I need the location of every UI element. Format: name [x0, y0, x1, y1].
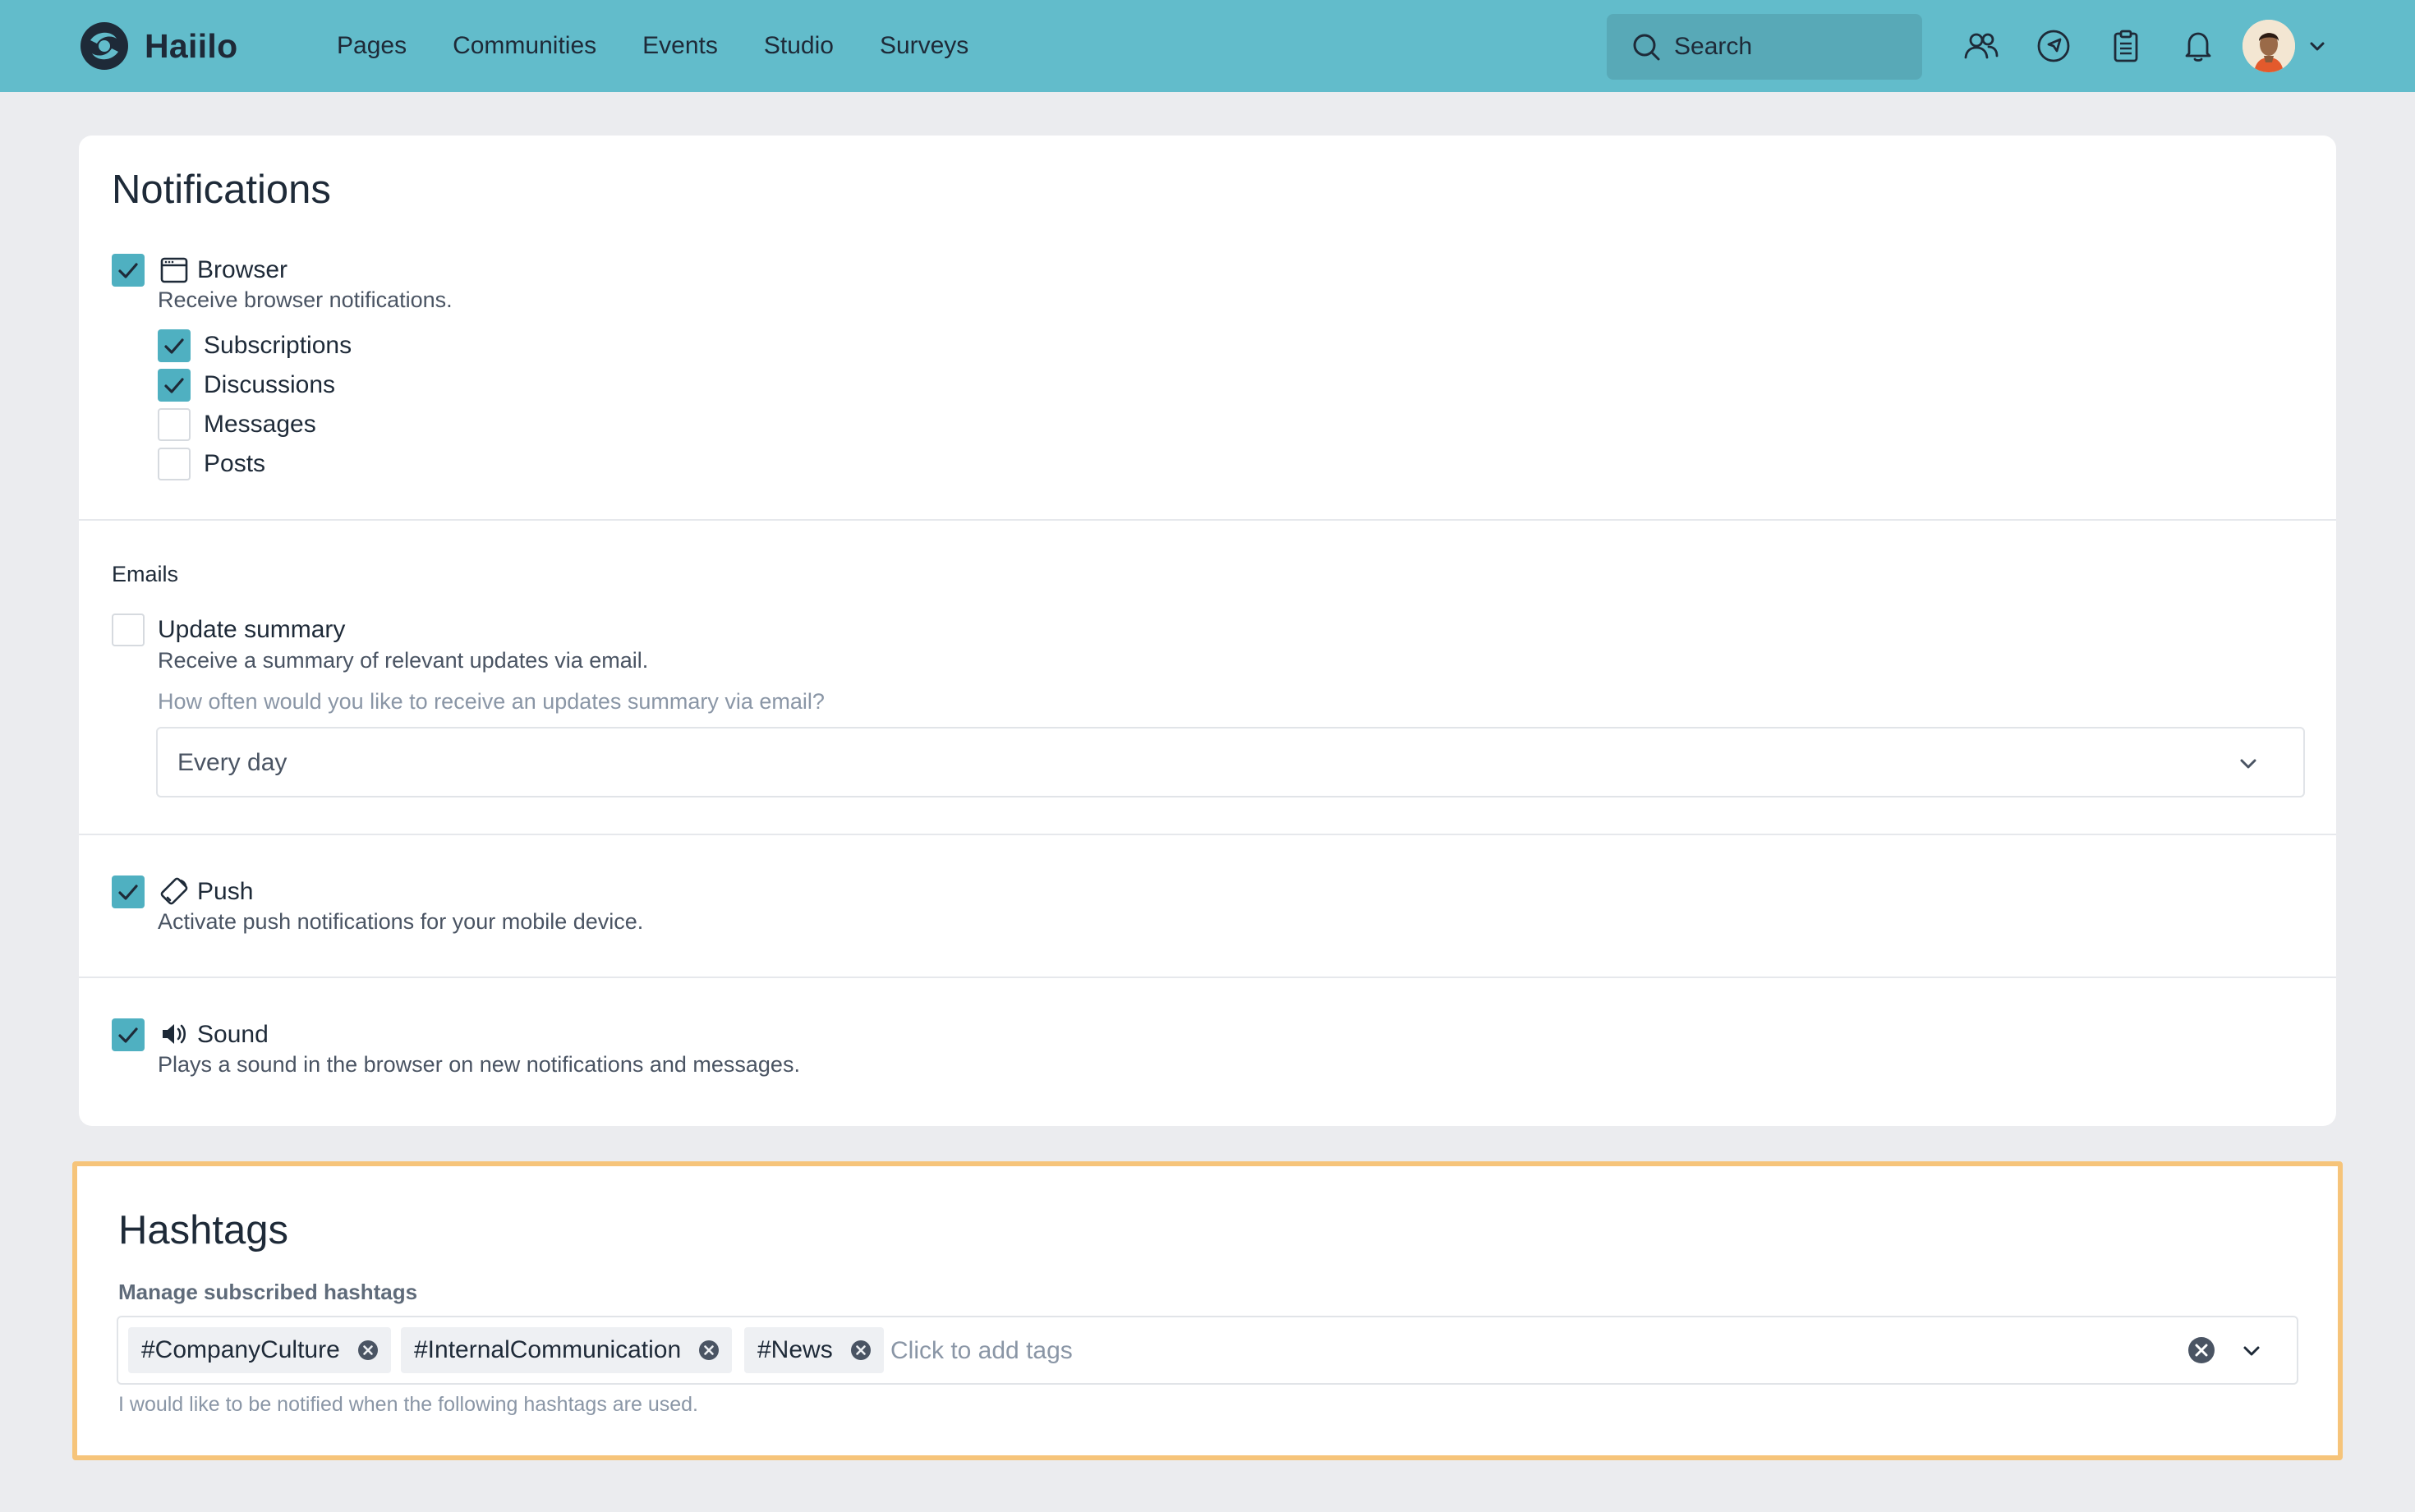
- sound-description: Plays a sound in the browser on new noti…: [158, 1052, 800, 1077]
- messages-checkbox[interactable]: [158, 408, 191, 441]
- chevron-down-icon: [2240, 759, 2256, 769]
- hashtag-chip-label: #CompanyCulture: [141, 1336, 340, 1363]
- remove-tag-icon[interactable]: [697, 1339, 720, 1362]
- browser-window-icon: [159, 255, 189, 285]
- sound-label: Sound: [197, 1021, 269, 1048]
- notifications-card: Notifications Browser Receive browser no…: [79, 136, 2336, 1126]
- remove-tag-icon[interactable]: [356, 1339, 380, 1362]
- discussions-label: Discussions: [204, 371, 336, 398]
- frequency-question: How often would you like to receive an u…: [158, 689, 825, 714]
- clear-all-icon[interactable]: [2187, 1335, 2216, 1365]
- section-divider: [79, 519, 2336, 521]
- update-summary-label: Update summary: [158, 616, 346, 643]
- user-avatar-icon: [2242, 20, 2295, 72]
- hashtags-field-label: Manage subscribed hashtags: [118, 1280, 418, 1304]
- search-icon: [1633, 34, 1660, 61]
- browser-label: Browser: [197, 256, 288, 283]
- update-summary-description: Receive a summary of relevant updates vi…: [158, 648, 649, 673]
- nav-item-communities[interactable]: Communities: [453, 32, 596, 60]
- emails-section-label: Emails: [112, 562, 179, 586]
- colleagues-icon[interactable]: [1963, 28, 1999, 64]
- brand-name: Haiilo: [145, 26, 238, 65]
- brand[interactable]: Haiilo: [79, 21, 237, 71]
- browser-description: Receive browser notifications.: [158, 287, 453, 312]
- push-checkbox[interactable]: [112, 875, 145, 908]
- push-description: Activate push notifications for your mob…: [158, 909, 644, 934]
- hashtag-chip-label: #InternalCommunication: [414, 1336, 682, 1363]
- avatar[interactable]: [2242, 20, 2295, 72]
- search-label: Search: [1674, 33, 1753, 60]
- browser-checkbox[interactable]: [112, 254, 145, 287]
- nav-item-studio[interactable]: Studio: [764, 32, 834, 60]
- frequency-select[interactable]: Every day: [156, 727, 2305, 797]
- notifications-title: Notifications: [112, 168, 331, 212]
- hashtag-chip: #News: [744, 1327, 884, 1373]
- haiilo-logo-icon: [80, 22, 128, 70]
- mobile-device-icon: [159, 876, 189, 906]
- posts-checkbox[interactable]: [158, 448, 191, 480]
- chevron-down-icon[interactable]: [2238, 1337, 2266, 1365]
- push-label: Push: [197, 878, 254, 905]
- sound-checkbox[interactable]: [112, 1018, 145, 1051]
- clipboard-icon[interactable]: [2108, 28, 2144, 64]
- hashtag-input[interactable]: #CompanyCulture #InternalCommunication #…: [117, 1316, 2298, 1385]
- search-bar[interactable]: Search: [1607, 14, 1922, 80]
- frequency-select-value: Every day: [177, 749, 288, 776]
- hashtag-chip-label: #News: [757, 1336, 833, 1363]
- nav-item-pages[interactable]: Pages: [337, 32, 407, 60]
- hashtag-placeholder: Click to add tags: [890, 1337, 1073, 1364]
- hashtags-hint: I would like to be notified when the fol…: [118, 1393, 699, 1416]
- main-nav: Pages Communities Events Studio Surveys: [337, 0, 1014, 92]
- nav-item-surveys[interactable]: Surveys: [880, 32, 968, 60]
- nav-item-events[interactable]: Events: [642, 32, 718, 60]
- top-navigation-bar: Haiilo Pages Communities Events Studio S…: [0, 0, 2415, 92]
- discussions-checkbox[interactable]: [158, 369, 191, 402]
- remove-tag-icon[interactable]: [849, 1339, 872, 1362]
- hashtag-chip: #CompanyCulture: [128, 1327, 391, 1373]
- section-divider: [79, 977, 2336, 978]
- hashtag-chip: #InternalCommunication: [401, 1327, 733, 1373]
- chevron-down-icon[interactable]: [2305, 34, 2330, 59]
- subscriptions-checkbox[interactable]: [158, 329, 191, 362]
- hashtags-card: Hashtags Manage subscribed hashtags #Com…: [72, 1161, 2343, 1460]
- subscriptions-label: Subscriptions: [204, 332, 352, 359]
- posts-label: Posts: [204, 450, 266, 477]
- speaker-icon: [159, 1019, 189, 1049]
- hashtags-title: Hashtags: [118, 1208, 289, 1252]
- section-divider: [79, 834, 2336, 835]
- messages-label: Messages: [204, 411, 316, 438]
- navigator-icon[interactable]: [2036, 28, 2072, 64]
- bell-icon[interactable]: [2180, 28, 2216, 64]
- update-summary-checkbox[interactable]: [112, 614, 145, 646]
